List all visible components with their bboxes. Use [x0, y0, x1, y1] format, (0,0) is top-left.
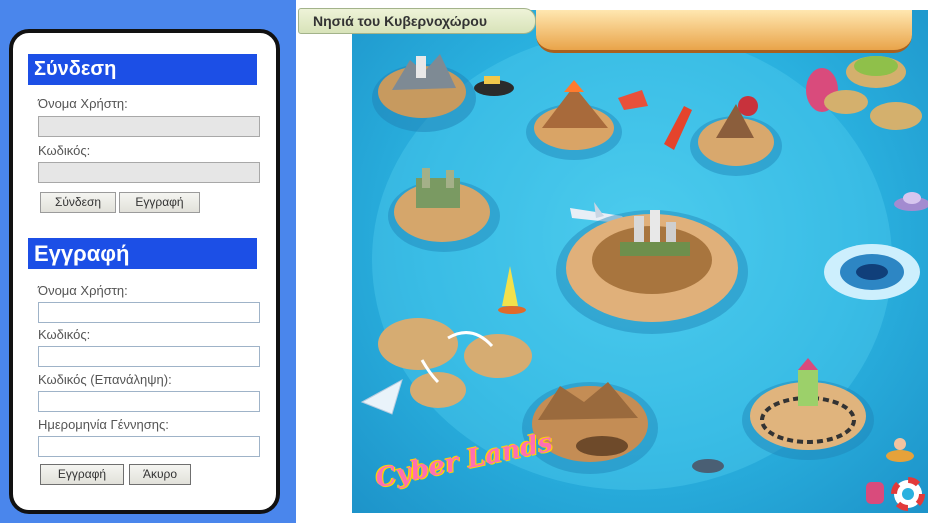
map-title: Νησιά του Κυβερνοχώρου — [298, 8, 536, 34]
login-username-label: Όνομα Χρήστη: — [38, 96, 128, 111]
login-password-input[interactable] — [38, 162, 260, 183]
backpack-icon[interactable] — [866, 482, 884, 504]
island-central[interactable] — [556, 210, 748, 334]
paper-plane-icon[interactable] — [360, 378, 403, 415]
register-section-title: Εγγραφή — [28, 238, 257, 269]
register-birthdate-input[interactable] — [38, 436, 260, 457]
register-birthdate-label: Ημερομηνία Γέννησης: — [38, 417, 169, 432]
login-section-title: Σύνδεση — [28, 54, 257, 85]
register-password-label: Κωδικός: — [38, 327, 91, 342]
map-artwork — [360, 30, 928, 511]
whirlpool[interactable] — [824, 244, 920, 300]
map-frame-bottom — [352, 513, 928, 523]
island-top-left[interactable] — [372, 54, 476, 132]
register-password-repeat-input[interactable] — [38, 391, 260, 412]
diver — [886, 438, 914, 462]
register-password-repeat-label: Κωδικός (Επανάληψη): — [38, 372, 172, 387]
ufo — [894, 192, 928, 211]
sea-background — [352, 10, 928, 513]
login-password-label: Κωδικός: — [38, 143, 91, 158]
map-top-bar — [536, 10, 912, 53]
register-username-input[interactable] — [38, 302, 260, 323]
submarine — [692, 459, 724, 473]
go-to-register-button[interactable]: Εγγραφή — [119, 192, 200, 213]
login-username-input[interactable] — [38, 116, 260, 137]
register-submit-button[interactable]: Εγγραφή — [40, 464, 124, 485]
register-username-label: Όνομα Χρήστη: — [38, 283, 128, 298]
lifebuoy-icon[interactable] — [891, 477, 925, 511]
register-cancel-button[interactable]: Άκυρο — [129, 464, 191, 485]
register-password-input[interactable] — [38, 346, 260, 367]
map-frame — [298, 0, 352, 523]
login-button[interactable]: Σύνδεση — [40, 192, 116, 213]
